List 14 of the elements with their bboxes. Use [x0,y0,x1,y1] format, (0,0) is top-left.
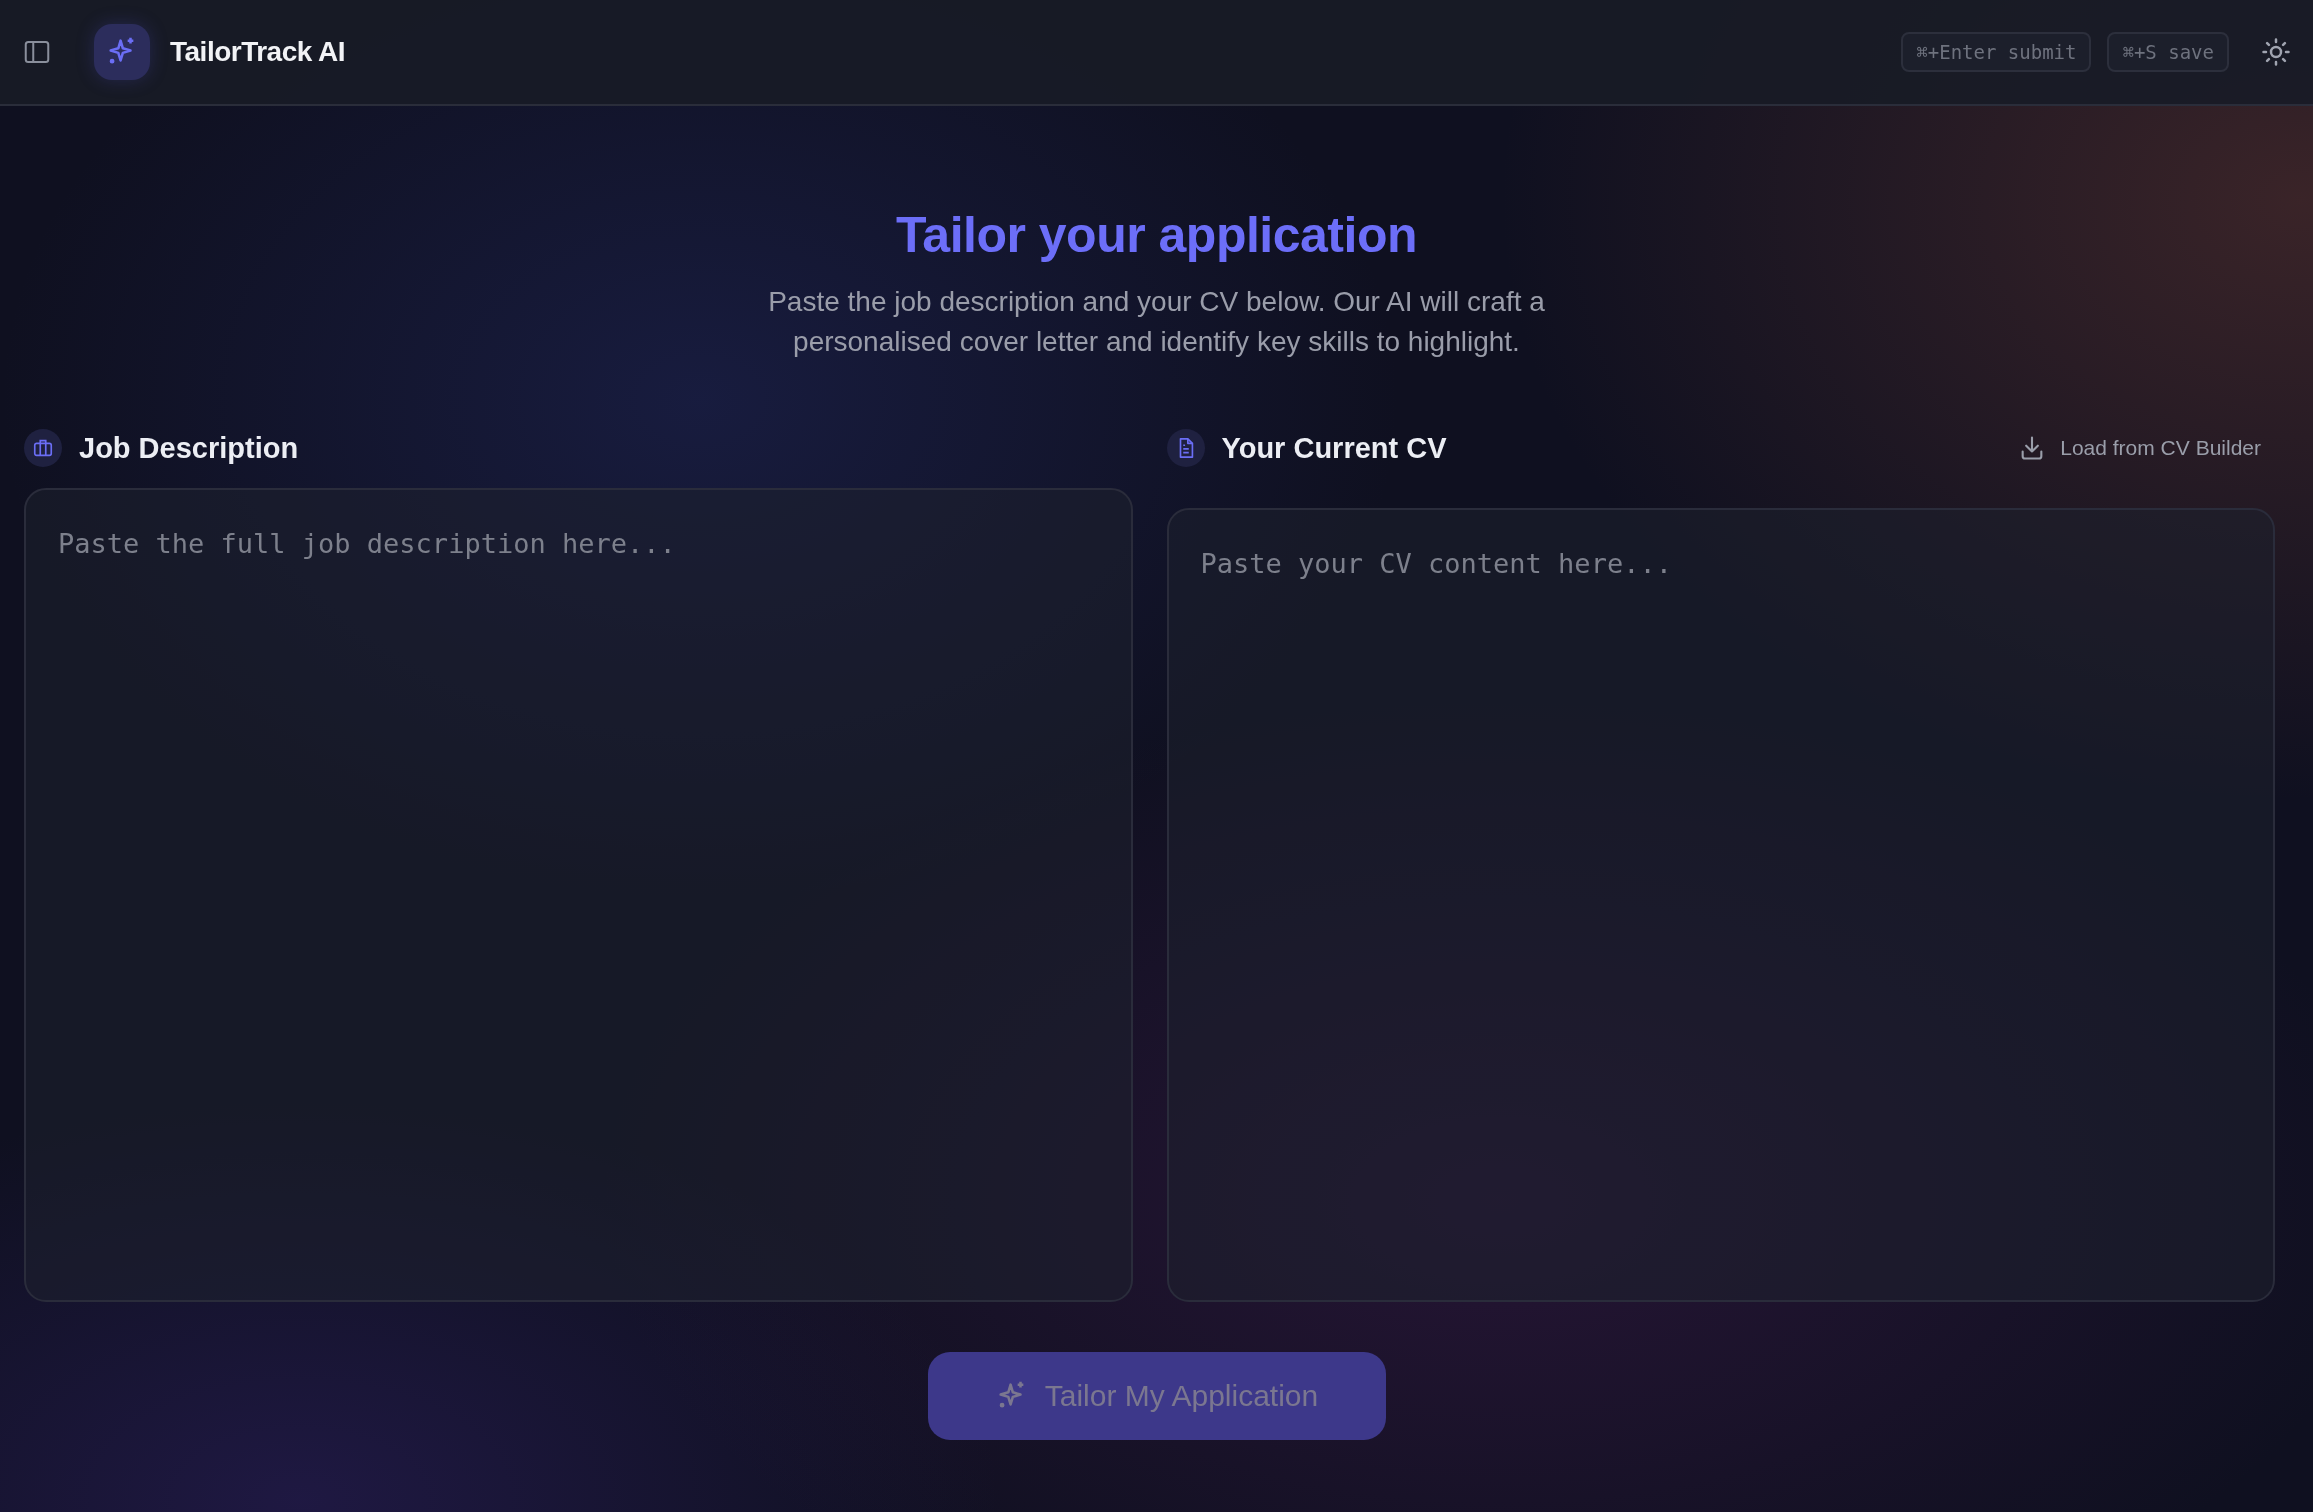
briefcase-icon [24,429,62,467]
theme-toggle-icon[interactable] [2261,37,2291,67]
load-cv-button[interactable]: Load from CV Builder [2004,430,2275,466]
shortcut-hint: ⌘+Enter submit [1901,32,2092,72]
page-title: Tailor your application [895,206,1418,264]
page-subtitle: Paste the job description and your CV below. Our AI will craft a personalised cover letter and identify key skills to highlight. [767,285,1546,359]
panel-title: Your Current CV [1221,431,1447,465]
sparkle-logo-icon [94,24,150,80]
panel-title: Job Description [79,431,299,465]
app-name: TailorTrack AI [170,36,346,68]
text-input-field[interactable]: Paste the full job description here... [24,488,1133,1302]
text-input-field[interactable]: Paste your CV content here... [1166,508,2275,1302]
document-icon [1166,429,1205,467]
shortcut-hint: ⌘+S save [2107,32,2229,72]
